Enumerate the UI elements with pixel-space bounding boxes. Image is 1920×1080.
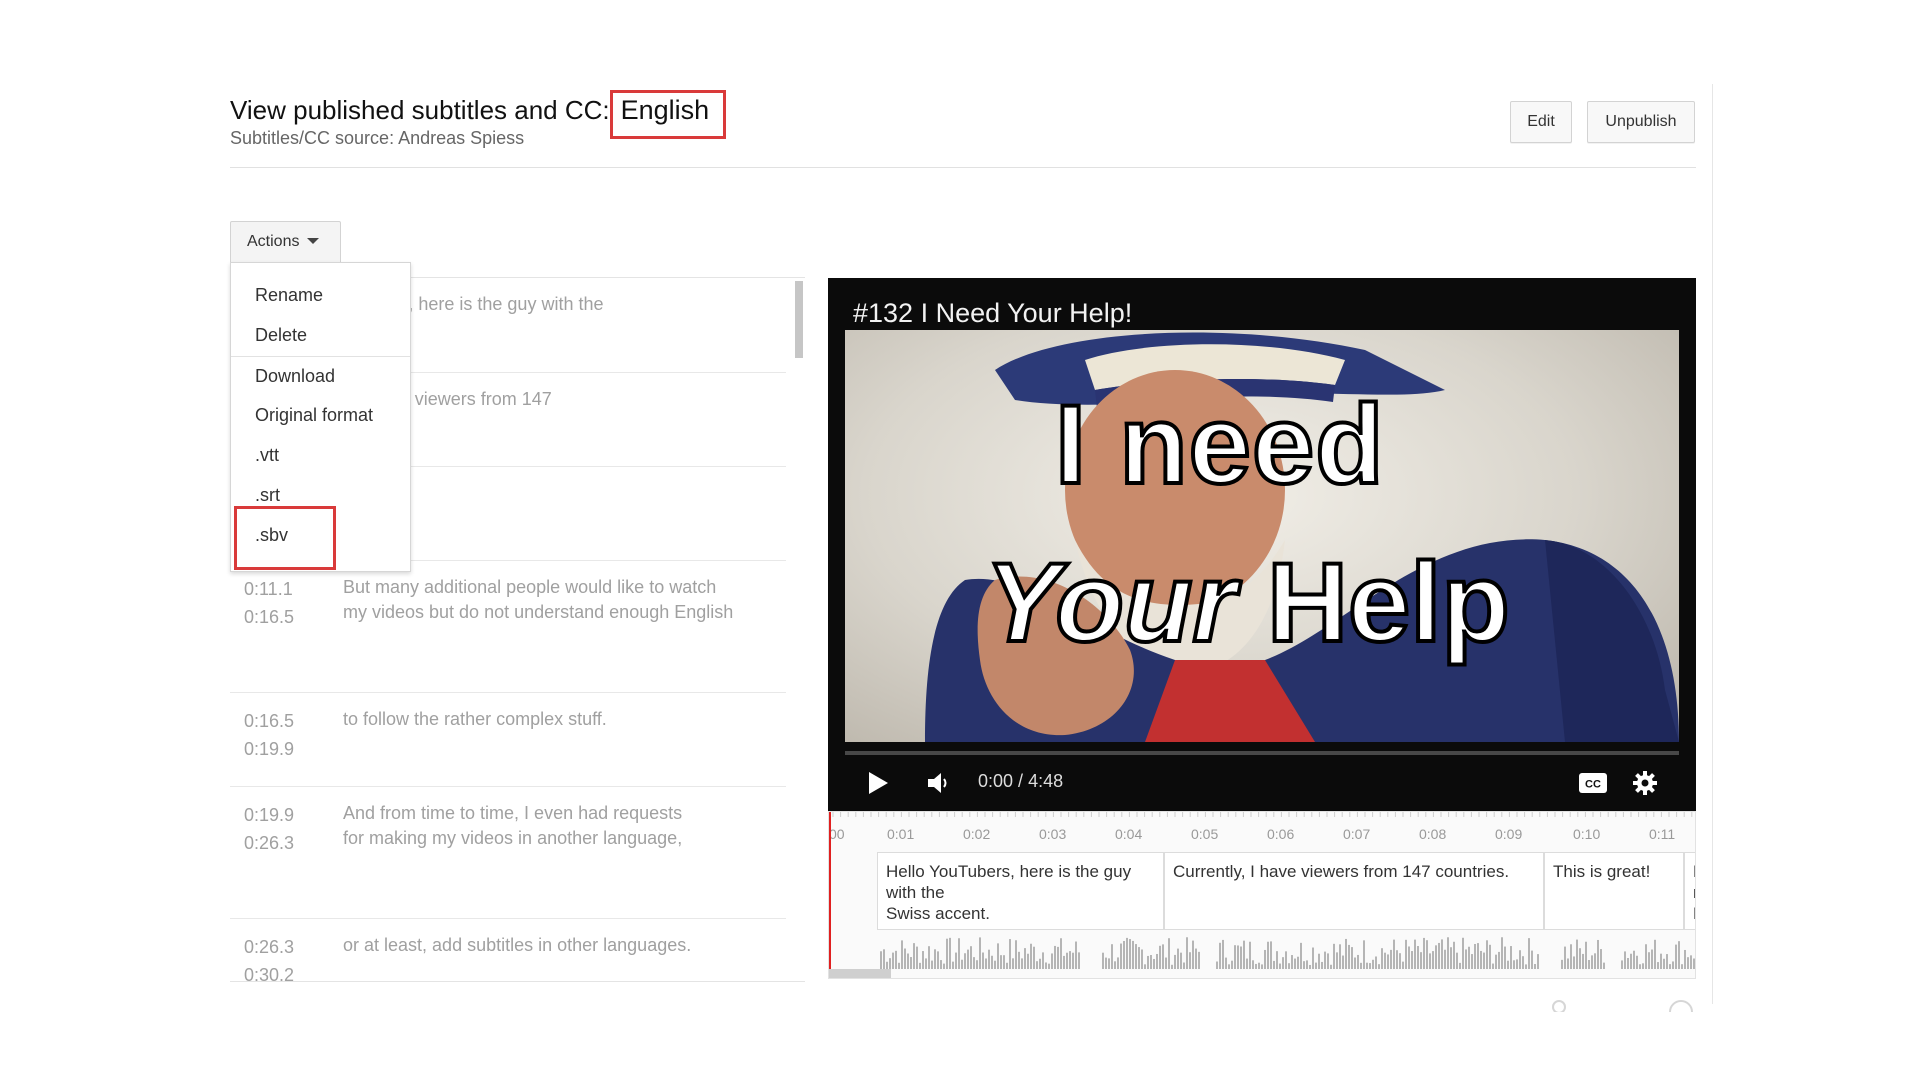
page-divider — [1712, 84, 1713, 1004]
tick-label: 0:08 — [1419, 826, 1447, 842]
caret-down-icon — [307, 237, 320, 244]
menu-item-delete[interactable]: Delete — [255, 325, 307, 346]
actions-label: Actions — [247, 233, 300, 250]
play-icon — [869, 772, 888, 794]
menu-item-srt[interactable]: .srt — [255, 485, 280, 506]
timeline-cue[interactable]: B m E — [1684, 852, 1695, 930]
tick-label: 0:02 — [963, 826, 991, 842]
subtitle-list-scrollbar[interactable] — [795, 281, 803, 358]
subtitle-times: 0:26.3 0:30.2 — [244, 937, 295, 982]
captions-button[interactable]: CC — [1578, 766, 1608, 800]
help-icon[interactable] — [1668, 998, 1694, 1017]
sbv-highlight-box — [234, 506, 336, 570]
video-title: #132 I Need Your Help! — [853, 298, 1133, 328]
subtitle-times: 0:16.5 0:19.9 — [244, 711, 295, 759]
tick-label: 0:03 — [1039, 826, 1067, 842]
language-label-highlight: English — [609, 90, 727, 139]
timeline-cue[interactable]: Hello YouTubers, here is the guy with th… — [877, 852, 1164, 930]
video-frame[interactable]: I need Your Help — [845, 330, 1679, 742]
subtitle-text: But many additional people would like to… — [343, 577, 734, 622]
tick-label: 0:06 — [1267, 826, 1295, 842]
settings-button[interactable] — [1632, 766, 1658, 800]
edit-button[interactable]: Edit — [1510, 101, 1572, 143]
subtitle-times: 0:19.9 0:26.3 — [244, 805, 295, 853]
timeline-scrollbar[interactable] — [829, 969, 891, 978]
subtitle-row[interactable]: 0:26.3 0:30.2 or at least, add subtitles … — [230, 919, 786, 982]
tick-label: 0:10 — [1573, 826, 1601, 842]
unpublish-button[interactable]: Unpublish — [1587, 101, 1695, 143]
menu-item-download: Download — [255, 366, 336, 386]
tick-label: 0:01 — [887, 826, 915, 842]
tick-label: 0:05 — [1191, 826, 1219, 842]
search-icon[interactable] — [1550, 998, 1568, 1017]
timeline-cue[interactable]: This is great! — [1544, 852, 1684, 930]
actions-dropdown-button[interactable]: Actions — [230, 221, 341, 263]
video-player[interactable]: I need Your Help #132 I Need Your Help! … — [828, 278, 1696, 811]
subtitle-text: And from time to time, I even had reques… — [343, 803, 683, 848]
video-progress-bar[interactable] — [845, 751, 1679, 755]
subtitle-row[interactable]: 0:11.1 0:16.5 But many additional people … — [230, 561, 786, 693]
subtitle-row[interactable]: 0:19.9 0:26.3 And from time to time, I ev… — [230, 787, 786, 919]
timeline-tick-marks — [832, 812, 1693, 817]
gear-icon — [1633, 771, 1657, 795]
subtitle-text: to follow the rather complex stuff. — [343, 709, 607, 729]
cc-icon: CC — [1579, 773, 1607, 793]
timeline-cue[interactable]: Currently, I have viewers from 147 count… — [1164, 852, 1544, 930]
language-label: English — [620, 95, 710, 125]
audio-waveform — [880, 937, 1695, 969]
volume-icon — [928, 773, 947, 793]
poster-text-line1: I need — [1053, 380, 1386, 509]
volume-button[interactable] — [926, 766, 952, 800]
page-title: View published subtitles and CC: — [230, 95, 610, 125]
menu-item-rename[interactable]: Rename — [255, 285, 323, 306]
page-header: View published subtitles and CC: English… — [230, 86, 1696, 168]
time-readout: 0:00 / 4:48 — [978, 771, 1064, 791]
tick-label: 0:09 — [1495, 826, 1523, 842]
menu-divider — [231, 356, 410, 357]
subtitle-times: 0:11.1 0:16.5 — [244, 579, 295, 627]
poster-text-line2: Your Help — [983, 538, 1512, 667]
tick-label: 0:04 — [1115, 826, 1143, 842]
play-button[interactable] — [866, 766, 890, 800]
subtitle-source: Subtitles/CC source: Andreas Spiess — [230, 128, 525, 148]
timeline-playhead[interactable] — [829, 812, 831, 969]
tick-label: 00 — [829, 826, 845, 842]
timeline-tick-labels: 00 0:01 0:02 0:03 0:04 0:05 0:06 0:07 0:… — [829, 826, 1695, 846]
tick-label: 0:11 — [1649, 826, 1676, 842]
subtitle-text: or at least, add subtitles in other lang… — [343, 935, 692, 955]
menu-item-original-format[interactable]: Original format — [255, 405, 373, 426]
subtitle-row[interactable]: 0:16.5 0:19.9 to follow the rather comple… — [230, 693, 786, 787]
svg-text:CC: CC — [1585, 779, 1601, 791]
subtitle-timeline[interactable]: 00 0:01 0:02 0:03 0:04 0:05 0:06 0:07 0:… — [828, 811, 1696, 979]
menu-item-vtt[interactable]: .vtt — [255, 445, 279, 466]
tick-label: 0:07 — [1343, 826, 1371, 842]
